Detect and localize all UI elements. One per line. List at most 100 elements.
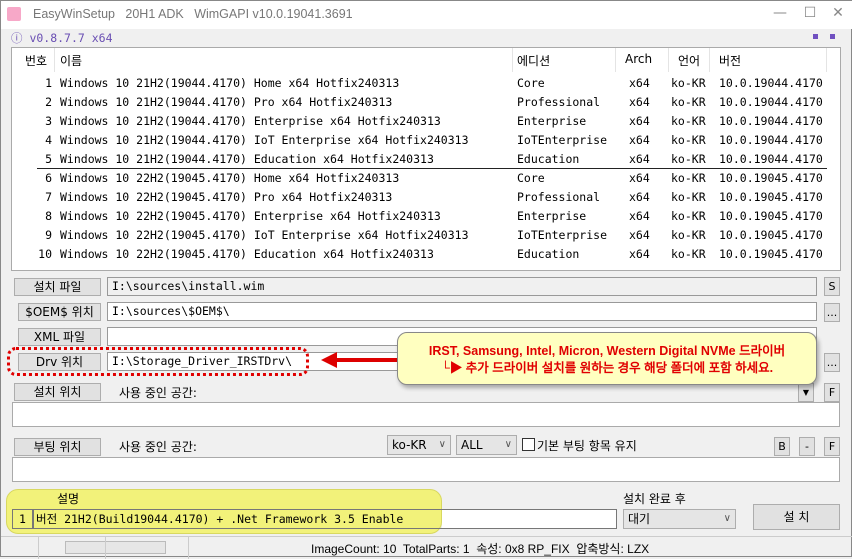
row-name: Windows 10 22H2(19045.4170) IoT Enterpri… xyxy=(60,228,469,242)
row-name: Windows 10 21H2(19044.4170) Home x64 Hot… xyxy=(60,76,400,90)
list-row[interactable]: 8 Windows 10 22H2(19045.4170) Enterprise … xyxy=(12,207,840,226)
list-row[interactable]: 7 Windows 10 22H2(19045.4170) Pro x64 Hot… xyxy=(12,188,840,207)
description-field[interactable]: 버전 21H2(Build19044.4170) + .Net Framewor… xyxy=(33,509,617,529)
row-number: 4 xyxy=(45,133,52,147)
list-row[interactable]: 4 Windows 10 21H2(19044.4170) IoT Enterpr… xyxy=(12,131,840,150)
boot-partition-list[interactable] xyxy=(12,457,840,482)
progress-bar xyxy=(65,541,166,554)
row-language: ko-KR xyxy=(671,76,706,90)
col-header-name[interactable]: 이름 xyxy=(60,52,82,69)
boot-f-button[interactable]: F xyxy=(824,437,840,456)
s-button[interactable]: S xyxy=(824,277,840,296)
maximize-button[interactable]: ☐ xyxy=(795,5,825,25)
list-row[interactable]: 9 Windows 10 22H2(19045.4170) IoT Enterpr… xyxy=(12,226,840,245)
language-select[interactable]: ko-KR ∨ xyxy=(387,435,451,455)
install-location-button[interactable]: 설치 위치 xyxy=(14,383,101,401)
status-text: ImageCount: 10 TotalParts: 1 속성: 0x8 RP_… xyxy=(311,542,650,556)
row-edition: Professional xyxy=(517,95,601,109)
row-name: Windows 10 21H2(19044.4170) Pro x64 Hotf… xyxy=(60,95,393,109)
description-number: 1 xyxy=(12,509,33,529)
row-version: 10.0.19045.4170 xyxy=(719,171,823,185)
list-row[interactable]: 2 Windows 10 21H2(19044.4170) Pro x64 Hot… xyxy=(12,93,840,112)
row-edition: Core xyxy=(517,171,545,185)
row-version: 10.0.19044.4170 xyxy=(719,76,823,90)
row-arch: x64 xyxy=(629,171,650,185)
install-file-field[interactable]: I:\sources\install.wim xyxy=(107,277,817,296)
filter-value: ALL xyxy=(461,438,483,452)
window-title: EasyWinSetup 20H1 ADK WimGAPI v10.0.1904… xyxy=(33,7,353,21)
row-arch: x64 xyxy=(629,114,650,128)
minus-button[interactable]: - xyxy=(799,437,815,456)
callout-line-1: IRST, Samsung, Intel, Micron, Western Di… xyxy=(428,344,786,358)
row-name: Windows 10 22H2(19045.4170) Enterprise x… xyxy=(60,209,441,223)
after-install-label: 설치 완료 후 xyxy=(623,492,686,506)
install-used-space-label: 사용 중인 공간: xyxy=(119,386,197,400)
row-language: ko-KR xyxy=(671,209,706,223)
row-edition: IoTEnterprise xyxy=(517,133,608,147)
xml-file-button[interactable]: XML 파일 xyxy=(18,328,101,346)
row-arch: x64 xyxy=(629,209,650,223)
row-name: Windows 10 22H2(19045.4170) Home x64 Hot… xyxy=(60,171,400,185)
list-row[interactable]: 6 Windows 10 22H2(19045.4170) Home x64 Ho… xyxy=(12,169,840,188)
row-edition: Education xyxy=(517,247,580,261)
row-arch: x64 xyxy=(629,76,650,90)
install-file-button[interactable]: 설치 파일 xyxy=(14,278,101,296)
keep-boot-entry-checkbox[interactable] xyxy=(522,438,535,451)
row-language: ko-KR xyxy=(671,133,706,147)
version-text: v0.8.7.7 x64 xyxy=(29,31,113,45)
dropdown-icon[interactable]: ▼ xyxy=(798,383,814,402)
tooltip-callout: IRST, Samsung, Intel, Micron, Western Di… xyxy=(397,332,817,385)
list-row[interactable]: 5 Windows 10 21H2(19044.4170) Education x… xyxy=(37,150,827,169)
row-version: 10.0.19045.4170 xyxy=(719,247,823,261)
drv-highlight xyxy=(7,347,309,376)
callout-line-2: └▶ 추가 드라이버 설치를 원하는 경우 해당 폴더에 포함 하세요. xyxy=(440,361,774,375)
app-icon xyxy=(7,7,21,21)
row-version: 10.0.19045.4170 xyxy=(719,190,823,204)
row-name: Windows 10 22H2(19045.4170) Education x6… xyxy=(60,247,434,261)
minimize-button[interactable]: — xyxy=(765,5,795,25)
boot-used-space-label: 사용 중인 공간: xyxy=(119,440,197,454)
row-version: 10.0.19045.4170 xyxy=(719,209,823,223)
row-language: ko-KR xyxy=(671,95,706,109)
col-header-number[interactable]: 번호 xyxy=(25,52,47,69)
row-language: ko-KR xyxy=(671,114,706,128)
row-version: 10.0.19044.4170 xyxy=(719,114,823,128)
menu-dot-icon[interactable] xyxy=(830,34,835,39)
install-partition-list[interactable] xyxy=(12,402,840,427)
arrow-icon xyxy=(321,352,399,368)
row-language: ko-KR xyxy=(671,247,706,261)
row-arch: x64 xyxy=(629,133,650,147)
col-header-language[interactable]: 언어 xyxy=(678,52,700,69)
col-header-arch[interactable]: Arch xyxy=(625,52,652,66)
image-list[interactable]: 번호 이름 에디션 Arch 언어 버전 1 Windows 10 21H2(19… xyxy=(11,47,841,271)
row-arch: x64 xyxy=(629,190,650,204)
install-f-button[interactable]: F xyxy=(824,383,840,402)
close-button[interactable]: ✕ xyxy=(823,5,852,25)
chevron-down-icon: ∨ xyxy=(438,439,446,450)
menu-dot-icon[interactable] xyxy=(813,34,818,39)
info-icon: ⓘ xyxy=(11,31,23,45)
row-arch: x64 xyxy=(629,247,650,261)
col-header-edition[interactable]: 에디션 xyxy=(517,52,550,69)
oem-location-button[interactable]: $OEM$ 위치 xyxy=(18,303,101,321)
list-row[interactable]: 10 Windows 10 22H2(19045.4170) Education … xyxy=(12,245,840,264)
row-version: 10.0.19044.4170 xyxy=(719,133,823,147)
chevron-down-icon: ∨ xyxy=(504,439,512,450)
oem-browse-button[interactable]: ... xyxy=(824,303,840,322)
list-row[interactable]: 3 Windows 10 21H2(19044.4170) Enterprise … xyxy=(12,112,840,131)
row-arch: x64 xyxy=(629,152,650,166)
list-row[interactable]: 1 Windows 10 21H2(19044.4170) Home x64 Ho… xyxy=(12,74,840,93)
oem-location-field[interactable]: I:\sources\$OEM$\ xyxy=(107,302,817,321)
after-install-select[interactable]: 대기 ∨ xyxy=(623,509,736,529)
filter-select[interactable]: ALL ∨ xyxy=(456,435,517,455)
drv-browse-button[interactable]: ... xyxy=(824,353,840,372)
language-value: ko-KR xyxy=(392,438,427,452)
row-language: ko-KR xyxy=(671,152,706,166)
boot-location-button[interactable]: 부팅 위치 xyxy=(14,438,101,456)
row-edition: Core xyxy=(517,76,545,90)
b-button[interactable]: B xyxy=(774,437,790,456)
row-version: 10.0.19044.4170 xyxy=(719,152,823,166)
install-button[interactable]: 설 치 xyxy=(753,504,840,530)
col-header-version[interactable]: 버전 xyxy=(719,52,741,69)
row-number: 1 xyxy=(45,76,52,90)
